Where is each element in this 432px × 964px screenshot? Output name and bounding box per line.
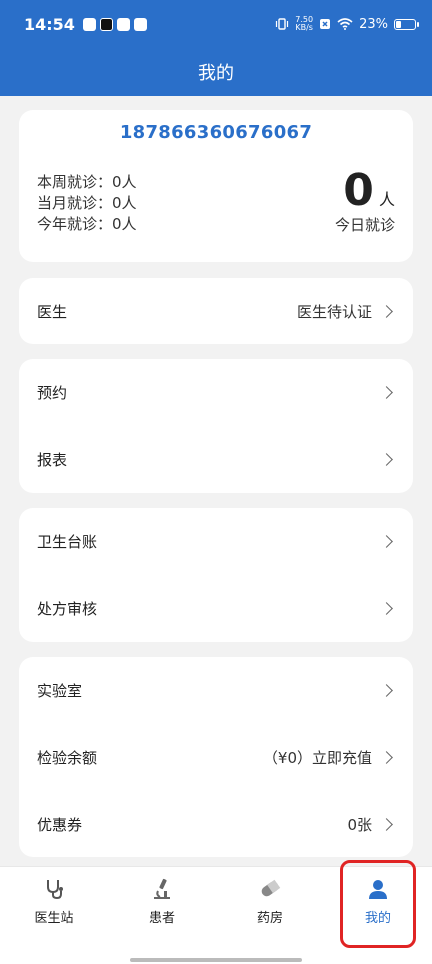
lab-row[interactable]: 实验室: [19, 657, 413, 723]
vibrate-icon: [276, 18, 289, 30]
doctor-row[interactable]: 医生 医生待认证: [19, 278, 413, 344]
coupon-label: 优惠券: [37, 815, 83, 834]
wifi-icon: [337, 18, 353, 30]
chevron-right-icon: [380, 601, 393, 615]
year-visits: 今年就诊：0人: [37, 215, 137, 233]
speed-unit: KB/s: [295, 23, 313, 32]
doctor-status: 医生待认证: [296, 302, 372, 321]
nav-patients-label: 患者: [148, 911, 175, 926]
report-label: 报表: [37, 450, 68, 469]
week-visits: 本周就诊：0人: [37, 173, 137, 191]
coupon-count: 0张: [347, 815, 372, 834]
home-indicator[interactable]: [130, 958, 302, 962]
status-time: 14:54: [24, 14, 75, 34]
pill-icon: [261, 879, 281, 897]
chevron-right-icon: [380, 304, 393, 318]
report-row[interactable]: 报表: [19, 426, 413, 492]
profile-card: 187866360676067 本周就诊：0人 当月就诊：0人 今年就诊：0人 …: [19, 110, 413, 262]
app-notification-icon: [82, 17, 96, 31]
doctor-card: 医生 医生待认证: [19, 278, 413, 344]
notification-icons: [82, 17, 147, 31]
appointment-label: 预约: [37, 383, 68, 402]
status-bar: 14:54 7.50 KB/s 23%: [0, 0, 432, 48]
app-notification-icon: [133, 17, 147, 31]
today-count: 0: [343, 165, 374, 216]
coupon-row[interactable]: 优惠券 0张: [19, 791, 413, 857]
today-visits: 0 人 今日就诊: [335, 166, 395, 235]
appointment-row[interactable]: 预约: [19, 359, 413, 425]
lab-card: 实验室 检验余额 （¥0）立即充值 优惠券 0张: [19, 657, 413, 857]
no-sim-icon: [320, 19, 331, 29]
visit-stats: 本周就诊：0人 当月就诊：0人 今年就诊：0人: [37, 172, 137, 235]
chevron-right-icon: [380, 750, 393, 764]
appointment-card: 预约 报表: [19, 359, 413, 493]
month-visits: 当月就诊：0人: [37, 194, 137, 212]
recharge-link[interactable]: （¥0）立即充值: [263, 747, 372, 768]
nav-patients[interactable]: 患者: [108, 873, 216, 926]
battery-icon: [394, 18, 419, 30]
chevron-right-icon: [380, 683, 393, 697]
hygiene-ledger-label: 卫生台账: [37, 532, 98, 551]
tiktok-icon: [99, 17, 113, 31]
records-card: 卫生台账 处方审核: [19, 508, 413, 642]
today-label: 今日就诊: [334, 216, 395, 234]
hygiene-ledger-row[interactable]: 卫生台账: [19, 508, 413, 574]
status-right: 7.50 KB/s 23%: [275, 16, 419, 32]
microscope-icon: [154, 878, 170, 899]
doctor-label: 医生: [37, 302, 68, 321]
stethoscope-icon: [47, 880, 63, 900]
nav-doctor-station[interactable]: 医生站: [0, 873, 108, 926]
chevron-right-icon: [380, 817, 393, 831]
nav-pharmacy[interactable]: 药房: [216, 873, 324, 926]
lab-label: 实验室: [37, 681, 83, 700]
chevron-right-icon: [380, 385, 393, 399]
network-speed: 7.50 KB/s: [295, 16, 313, 32]
highlight-annotation: [340, 860, 416, 948]
prescription-review-label: 处方审核: [37, 599, 98, 618]
battery-percent: 23%: [359, 16, 388, 32]
prescription-review-row[interactable]: 处方审核: [19, 575, 413, 641]
chevron-right-icon: [380, 452, 393, 466]
lab-balance-label: 检验余额: [37, 748, 98, 767]
lab-balance-row[interactable]: 检验余额 （¥0）立即充值: [19, 724, 413, 790]
chevron-right-icon: [380, 534, 393, 548]
account-phone: 187866360676067: [119, 122, 313, 143]
nav-doctor-station-label: 医生站: [34, 911, 74, 926]
app-notification-icon: [116, 17, 130, 31]
battery-fill: [396, 20, 401, 28]
page-header: 我的: [0, 48, 432, 96]
nav-pharmacy-label: 药房: [256, 911, 283, 926]
page-title: 我的: [198, 63, 234, 84]
today-unit: 人: [378, 190, 395, 209]
